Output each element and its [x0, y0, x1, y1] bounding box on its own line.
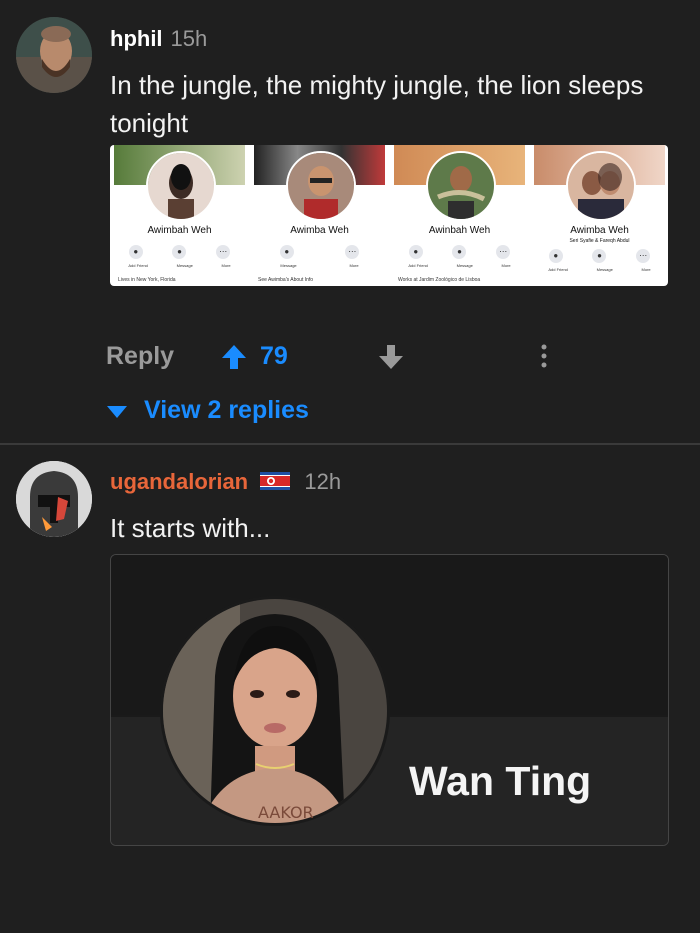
username-text[interactable]: ugandalorian — [110, 469, 248, 494]
profile-picture — [566, 151, 636, 221]
view-replies-label: View 2 replies — [144, 396, 309, 424]
avatar-image — [16, 17, 92, 93]
username-text[interactable]: hphil — [110, 26, 163, 51]
upvote-button[interactable] — [220, 343, 248, 371]
profile-name: Wan Ting — [409, 758, 592, 804]
button-label: Message — [456, 263, 473, 268]
flag-icon — [260, 472, 291, 490]
avatar[interactable] — [16, 17, 92, 93]
add-friend-icon: ● — [548, 249, 563, 263]
message-icon: ● — [172, 245, 187, 259]
button-label: Add Friend — [548, 267, 568, 272]
button-label: More — [641, 267, 651, 272]
button-label: Add Friend — [128, 263, 148, 268]
profile-info: See Awimba's About Info — [258, 277, 314, 283]
button-label: More — [349, 263, 359, 268]
more-icon: ⋯ — [216, 245, 231, 259]
upvote-arrow-icon — [222, 345, 246, 369]
timestamp: 15h — [170, 26, 208, 51]
comment-text: It starts with... — [110, 513, 271, 543]
button-label: Add Friend — [408, 263, 428, 268]
message-icon: ● — [279, 245, 294, 259]
profile-picture — [146, 151, 216, 221]
timestamp: 12h — [304, 469, 342, 494]
username[interactable]: ugandalorian 12h — [110, 469, 341, 495]
profile-name: Awinbah Weh — [428, 225, 491, 236]
profile-card: Awimbah Weh ● ● ⋯ Add Friend Message More Li… — [114, 145, 245, 285]
profile-name: Awimba Weh — [290, 225, 349, 236]
profile-info: Lives in New York, Florida — [118, 277, 176, 283]
button-label: More — [501, 263, 511, 268]
reply-button[interactable]: Reply — [106, 342, 174, 371]
message-icon: ● — [452, 245, 467, 259]
shirt-text: AAKOR — [258, 803, 314, 822]
profile-card: Awimba Weh ● ⋯ Message More See Awimba's A… — [254, 145, 385, 285]
vote-count: 79 — [260, 342, 288, 370]
downvote-arrow-icon — [379, 345, 403, 369]
button-label: Message — [596, 267, 613, 272]
embedded-image[interactable]: AAKOR Wan Ting — [110, 554, 669, 846]
button-label: Message — [280, 263, 297, 268]
message-icon: ● — [592, 249, 607, 263]
profile-card: Awimba Weh Seri Syafie & Fareqh Abdul ● ●… — [534, 145, 665, 285]
more-options-button[interactable] — [534, 342, 554, 372]
profile-picture: AAKOR — [160, 596, 390, 826]
profile-subtitle: Seri Syafie & Fareqh Abdul — [569, 238, 630, 244]
profile-name: Awimba Weh — [570, 225, 629, 236]
profile-name: Awimbah Weh — [147, 225, 212, 236]
username[interactable]: hphil 15h — [110, 26, 207, 52]
more-icon: ⋯ — [345, 245, 360, 259]
more-icon: ⋯ — [496, 245, 511, 259]
comment-divider — [0, 443, 700, 445]
comment-text: In the jungle, the mighty jungle, the li… — [110, 70, 644, 138]
profile-picture — [426, 151, 496, 221]
add-friend-icon: ● — [128, 245, 143, 259]
downvote-button[interactable] — [377, 343, 405, 371]
profile-card: Awinbah Weh ● ● ⋯ Add Friend Message More Wo… — [394, 145, 525, 285]
more-vertical-icon — [541, 344, 547, 368]
avatar-image — [16, 461, 92, 537]
more-icon: ⋯ — [636, 249, 651, 263]
avatar[interactable] — [16, 461, 92, 537]
button-label: Message — [176, 263, 193, 268]
add-friend-icon: ● — [408, 245, 423, 259]
caret-down-icon — [107, 406, 127, 418]
button-label: More — [221, 263, 231, 268]
profile-picture — [286, 151, 356, 221]
profile-info: Works at Jardim Zoológico de Lisboa — [398, 277, 481, 283]
